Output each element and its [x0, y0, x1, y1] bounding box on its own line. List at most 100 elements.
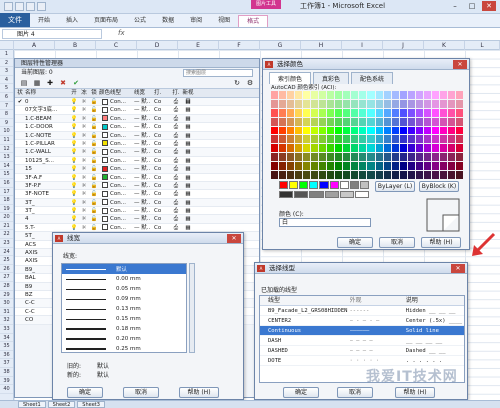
color-swatch[interactable] — [99, 140, 110, 147]
layer-linetype[interactable]: Con... — [110, 165, 134, 172]
header-appearance[interactable]: 外观 — [350, 296, 406, 305]
row-header[interactable]: 33 — [0, 325, 13, 334]
layer-search-input[interactable]: 搜索图层 — [183, 69, 253, 77]
lock-icon[interactable]: 🔓 — [89, 106, 99, 113]
aci-swatch[interactable] — [375, 153, 383, 162]
aci-swatch[interactable] — [415, 171, 423, 179]
layer-lineweight[interactable]: — 默.. — [134, 132, 154, 139]
aci-swatch[interactable] — [359, 171, 367, 179]
layer-lineweight[interactable]: — 默.. — [134, 157, 154, 164]
layer-lineweight[interactable]: — 默.. — [134, 106, 154, 113]
aci-swatch[interactable] — [327, 99, 335, 108]
minimize-icon[interactable]: – — [448, 1, 462, 11]
aci-swatch[interactable] — [287, 135, 295, 144]
header-new-vp[interactable]: 新视口 — [182, 89, 194, 105]
column-header[interactable]: L — [465, 41, 500, 50]
aci-swatch[interactable] — [447, 162, 455, 171]
lightbulb-icon[interactable]: 💡 — [69, 115, 79, 122]
aci-swatch[interactable] — [455, 162, 463, 171]
row-header[interactable]: 26 — [0, 265, 13, 274]
aci-swatch[interactable] — [351, 171, 359, 179]
aci-swatch[interactable] — [399, 126, 407, 135]
layer-linetype[interactable]: Con... — [110, 115, 134, 122]
aci-swatch[interactable] — [359, 108, 367, 117]
aci-swatch[interactable] — [271, 108, 279, 117]
color-swatch[interactable] — [99, 199, 110, 206]
aci-swatch[interactable] — [335, 99, 343, 108]
aci-swatch[interactable] — [375, 99, 383, 108]
aci-swatch[interactable] — [383, 99, 391, 108]
layer-lineweight[interactable]: — 默.. — [134, 190, 154, 197]
aci-swatch[interactable] — [383, 117, 391, 126]
row-header[interactable]: 19 — [0, 205, 13, 214]
aci-swatch[interactable] — [375, 144, 383, 153]
aci-swatch[interactable] — [383, 162, 391, 171]
printer-icon[interactable]: ⎙ — [170, 132, 182, 139]
color-swatch[interactable] — [99, 174, 110, 181]
layer-lineweight[interactable]: — 默.. — [134, 182, 154, 189]
aci-swatch[interactable] — [327, 171, 335, 179]
linetype-row[interactable]: DOTE · · · · · . . . . . . — [260, 356, 464, 366]
aci-swatch[interactable] — [431, 99, 439, 108]
aci-swatch[interactable] — [287, 162, 295, 171]
new-vp-icon[interactable]: ▦ — [182, 190, 194, 197]
aci-swatch[interactable] — [399, 91, 407, 99]
aci-swatch[interactable] — [439, 162, 447, 171]
aci-swatch[interactable] — [295, 153, 303, 162]
column-header[interactable]: C — [96, 41, 137, 50]
column-header[interactable]: B — [55, 41, 96, 50]
aci-swatch[interactable] — [351, 108, 359, 117]
column-header[interactable]: A — [14, 41, 55, 50]
color-swatch[interactable] — [99, 182, 110, 189]
cancel-button[interactable]: 取消 — [379, 237, 415, 248]
standard-swatch[interactable] — [359, 181, 369, 189]
aci-swatch[interactable] — [319, 153, 327, 162]
aci-swatch[interactable] — [415, 99, 423, 108]
aci-swatch[interactable] — [399, 108, 407, 117]
sun-icon[interactable]: ☼ — [79, 157, 89, 164]
aci-swatch[interactable] — [343, 153, 351, 162]
aci-swatch[interactable] — [407, 171, 415, 179]
layer-linetype[interactable]: Con... — [110, 132, 134, 139]
sheet-tab[interactable]: Sheet2 — [47, 401, 76, 408]
aci-swatch[interactable] — [423, 135, 431, 144]
new-vp-icon[interactable]: ▦ — [182, 174, 194, 181]
aci-swatch[interactable] — [431, 126, 439, 135]
layer-row[interactable]: ✔ 0 💡 ☼ 🔓 Con... — 默.. Co ⎙ ▦ — [15, 98, 259, 107]
linetype-row[interactable]: Continuous —————— Solid line — [260, 326, 464, 336]
aci-swatch[interactable] — [391, 135, 399, 144]
aci-swatch[interactable] — [303, 144, 311, 153]
aci-swatch[interactable] — [359, 162, 367, 171]
row-header[interactable]: 34 — [0, 334, 13, 343]
aci-swatch[interactable] — [423, 153, 431, 162]
lock-icon[interactable]: 🔓 — [89, 199, 99, 206]
lightbulb-icon[interactable]: 💡 — [69, 215, 79, 222]
layer-linetype[interactable]: Con... — [110, 140, 134, 147]
aci-swatch[interactable] — [327, 91, 335, 99]
aci-swatch[interactable] — [455, 144, 463, 153]
lock-icon[interactable]: 🔓 — [89, 174, 99, 181]
aci-swatch[interactable] — [351, 162, 359, 171]
gray-swatch[interactable] — [294, 191, 309, 198]
aci-swatch[interactable] — [279, 108, 287, 117]
new-vp-icon[interactable]: ▦ — [182, 165, 194, 172]
header-on[interactable]: 开 — [69, 89, 79, 97]
color-box[interactable] — [101, 207, 108, 214]
aci-swatch[interactable] — [319, 117, 327, 126]
lock-icon[interactable]: 🔓 — [89, 98, 99, 105]
aci-swatch[interactable] — [391, 144, 399, 153]
aci-swatch[interactable] — [367, 99, 375, 108]
lineweight-option[interactable]: 0.09 mm — [62, 294, 186, 304]
tab-insert[interactable]: 插入 — [58, 15, 86, 27]
bylayer-button[interactable]: ByLayer (L) — [375, 181, 415, 192]
tab-view[interactable]: 视图 — [210, 15, 238, 27]
aci-swatch[interactable] — [335, 144, 343, 153]
row-header[interactable]: 27 — [0, 273, 13, 283]
aci-swatch[interactable] — [431, 117, 439, 126]
header-name[interactable]: 名称 — [25, 89, 69, 97]
header-plot[interactable]: 打. — [170, 89, 182, 97]
aci-swatch[interactable] — [319, 126, 327, 135]
aci-swatch[interactable] — [399, 117, 407, 126]
row-header[interactable]: 22 — [0, 230, 13, 240]
layer-linetype[interactable]: Con... — [110, 148, 134, 155]
